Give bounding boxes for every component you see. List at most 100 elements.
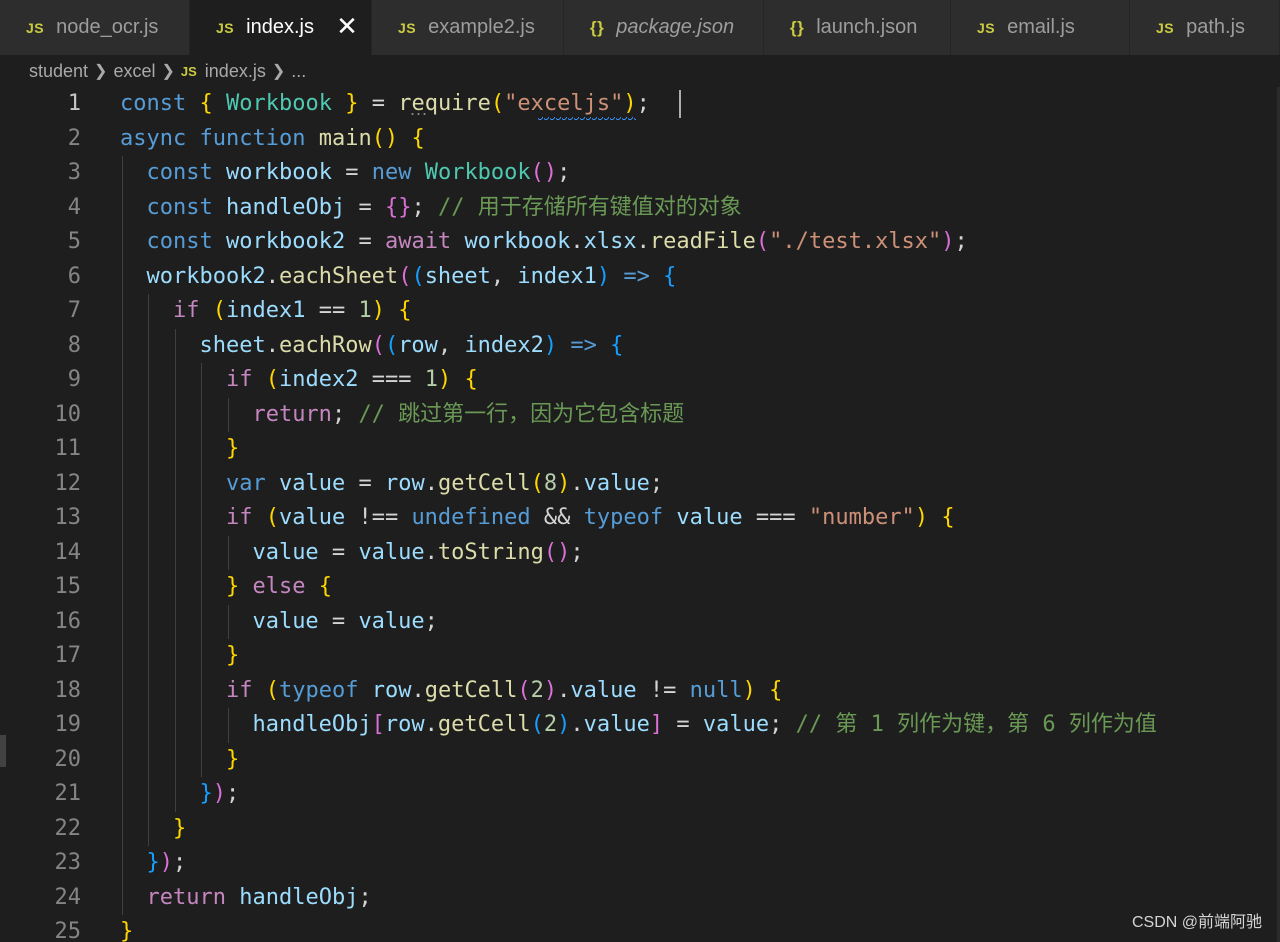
code-text: } bbox=[120, 812, 186, 847]
code-token: { bbox=[769, 677, 783, 703]
code-token: null bbox=[689, 677, 743, 703]
tab-index-js[interactable]: JS index.js ✕ bbox=[190, 0, 372, 55]
code-line[interactable]: 2 async function main() { bbox=[0, 122, 1280, 157]
indent-guide bbox=[148, 294, 150, 846]
code-token: if bbox=[225, 505, 253, 530]
code-line[interactable]: 22 } bbox=[0, 812, 1280, 847]
code-token: === bbox=[358, 367, 425, 392]
code-token: ( bbox=[265, 367, 279, 392]
code-line[interactable]: 19 handleObj[row.getCell(2).value] = val… bbox=[0, 708, 1280, 743]
line-number: 4 bbox=[67, 194, 81, 220]
code-token: == bbox=[305, 298, 359, 323]
code-token: ( bbox=[411, 263, 425, 289]
code-token: } bbox=[225, 643, 240, 668]
code-line[interactable]: 16 value = value; bbox=[0, 605, 1280, 640]
code-token: // 用于存储所有键值对的对象 bbox=[437, 194, 742, 220]
code-token: () bbox=[543, 539, 571, 565]
code-text: return handleObj; bbox=[120, 881, 372, 916]
code-text: const workbook = new Workbook(); bbox=[120, 156, 571, 191]
code-token: . bbox=[570, 470, 584, 496]
indent-guide bbox=[227, 708, 229, 743]
code-token: = bbox=[318, 608, 359, 634]
code-line[interactable]: 5 const workbook2 = await workbook.xlsx.… bbox=[0, 225, 1280, 260]
code-line[interactable]: 20 } bbox=[0, 743, 1280, 778]
line-number: 14 bbox=[54, 539, 82, 565]
code-token: ) bbox=[371, 298, 385, 323]
code-token: const bbox=[146, 229, 213, 254]
close-icon[interactable]: ✕ bbox=[335, 13, 359, 39]
code-line[interactable]: 4 const handleObj = {}; // 用于存储所有键值对的对象 bbox=[0, 191, 1280, 226]
code-line[interactable]: 9 if (index2 === 1) { bbox=[0, 363, 1280, 398]
code-token: } bbox=[146, 850, 160, 875]
code-token: ) bbox=[557, 712, 571, 737]
code-line[interactable]: 8 sheet.eachRow((row, index2) => { bbox=[0, 329, 1280, 364]
code-token: value bbox=[358, 608, 425, 634]
code-line[interactable]: 3 const workbook = new Workbook(); bbox=[0, 156, 1280, 191]
code-token: eachSheet bbox=[278, 263, 399, 289]
code-line[interactable]: 23 }); bbox=[0, 846, 1280, 881]
code-token: getCell bbox=[437, 712, 531, 737]
line-number: 1 bbox=[67, 91, 81, 116]
line-number: 11 bbox=[54, 436, 82, 461]
code-token: value bbox=[278, 470, 346, 496]
code-token: } bbox=[172, 815, 187, 841]
breadcrumb-file[interactable]: index.js bbox=[205, 61, 266, 82]
code-token: // 跳过第一行，因为它包含标题 bbox=[358, 401, 685, 427]
code-token: . bbox=[570, 229, 584, 254]
code-line[interactable]: 24 return handleObj; bbox=[0, 881, 1280, 916]
code-token: { bbox=[663, 263, 677, 289]
code-text: return; // 跳过第一行，因为它包含标题 bbox=[120, 398, 684, 433]
code-line[interactable]: 25} bbox=[0, 915, 1280, 942]
code-token: ) bbox=[557, 470, 571, 496]
code-line[interactable]: 21 }); bbox=[0, 777, 1280, 812]
code-line[interactable]: 17 } bbox=[0, 639, 1280, 674]
code-token: const bbox=[146, 160, 213, 185]
code-line[interactable]: 7 if (index1 == 1) { bbox=[0, 294, 1280, 329]
tab-path-js[interactable]: JS path.js bbox=[1130, 0, 1280, 55]
code-token: readFile bbox=[649, 229, 756, 254]
code-line[interactable]: 18 if (typeof row.getCell(2).value != nu… bbox=[0, 674, 1280, 709]
code-line[interactable]: 6 workbook2.eachSheet((sheet, index1) =>… bbox=[0, 260, 1280, 295]
breadcrumb-folder-excel[interactable]: excel bbox=[113, 61, 155, 82]
code-token: value bbox=[358, 539, 425, 565]
tab-launch-json[interactable]: {} launch.json bbox=[764, 0, 951, 55]
code-token: typeof bbox=[278, 677, 359, 703]
breadcrumb-folder-student[interactable]: student bbox=[29, 61, 88, 82]
code-line[interactable]: 13 if (value !== undefined && typeof val… bbox=[0, 501, 1280, 536]
breadcrumb-symbols[interactable]: ... bbox=[291, 61, 306, 82]
code-line[interactable]: 14 value = value.toString(); bbox=[0, 536, 1280, 571]
line-number: 9 bbox=[67, 367, 81, 392]
code-token: // 第 1 列作为键，第 6 列作为值 bbox=[795, 712, 1157, 737]
code-token: = bbox=[358, 91, 399, 116]
code-token: === bbox=[742, 505, 809, 530]
code-token: workbook2 bbox=[146, 263, 266, 289]
text-cursor bbox=[679, 90, 681, 118]
code-line[interactable]: 15 } else { bbox=[0, 570, 1280, 605]
code-editor[interactable]: ... 1 const { Workbook } = require("excel… bbox=[0, 87, 1280, 942]
tab-node-ocr-js[interactable]: JS node_ocr.js bbox=[0, 0, 190, 55]
code-token: . bbox=[265, 263, 279, 289]
code-line[interactable]: 12 var value = row.getCell(8).value; bbox=[0, 467, 1280, 502]
code-line[interactable]: 1 const { Workbook } = require("exceljs")… bbox=[0, 87, 1280, 122]
tab-package-json[interactable]: {} package.json bbox=[564, 0, 764, 55]
indent-guide bbox=[174, 328, 176, 812]
line-number: 25 bbox=[54, 919, 82, 942]
tab-example2-js[interactable]: JS example2.js bbox=[372, 0, 564, 55]
code-token: "exceljs" bbox=[504, 91, 624, 116]
tab-email-js[interactable]: JS email.js bbox=[951, 0, 1130, 55]
code-token: { bbox=[941, 505, 955, 530]
code-text: sheet.eachRow((row, index2) => { bbox=[120, 329, 623, 364]
code-line[interactable]: 10 return; // 跳过第一行，因为它包含标题 bbox=[0, 398, 1280, 433]
code-line[interactable]: 11 } bbox=[0, 432, 1280, 467]
